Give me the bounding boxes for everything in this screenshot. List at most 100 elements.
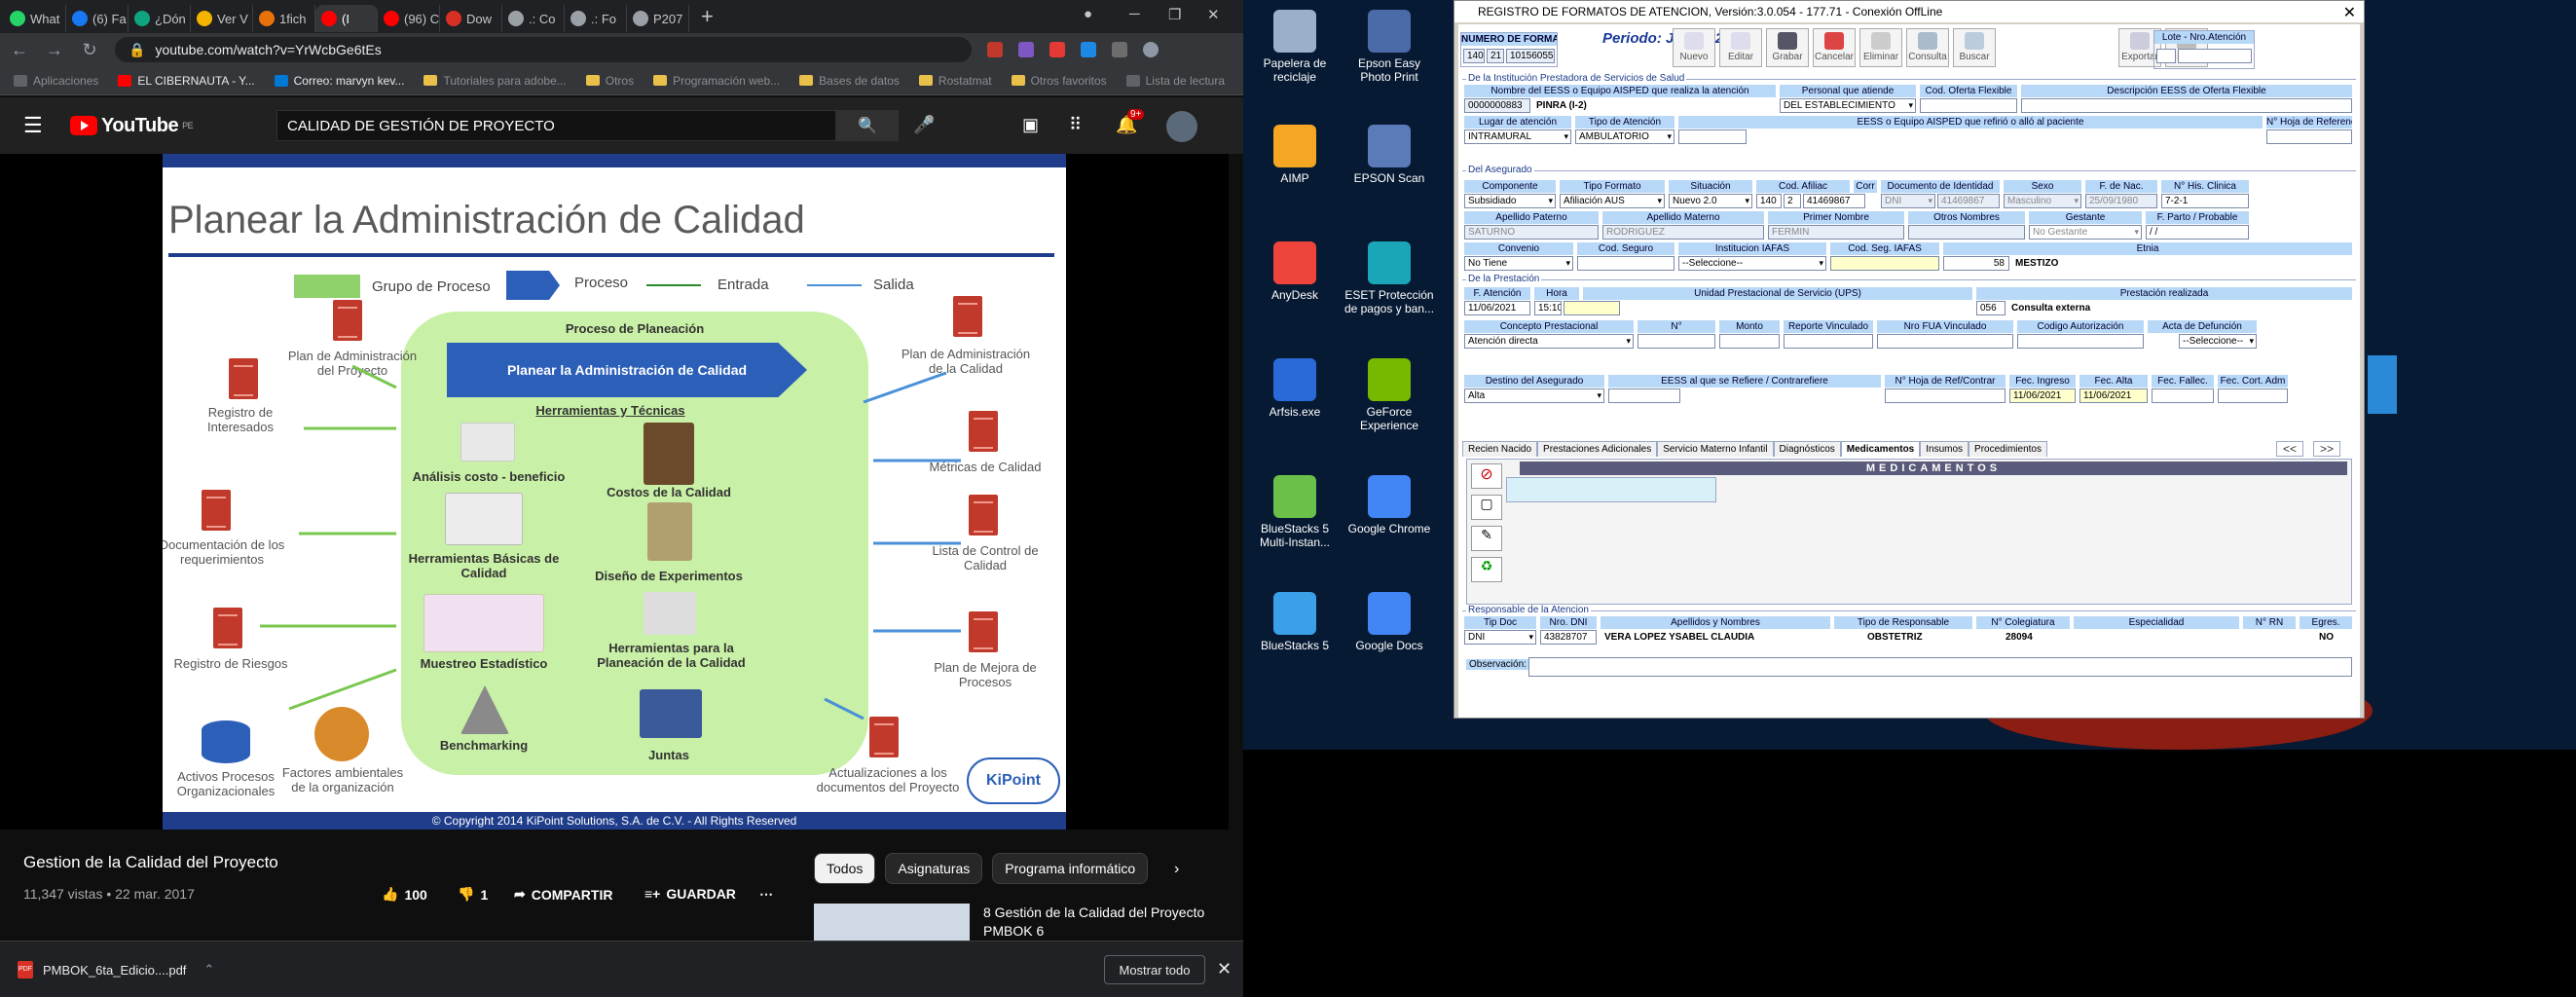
bookmark-item[interactable]: Aplicaciones xyxy=(14,74,98,88)
save-button[interactable]: ≡+ GUARDAR xyxy=(644,886,736,902)
extension-icon[interactable] xyxy=(1018,42,1034,57)
toolbar-button[interactable]: Grabar xyxy=(1766,28,1809,67)
desktop-shortcut[interactable]: AnyDesk xyxy=(1248,241,1342,302)
reload-icon[interactable]: ↻ xyxy=(80,40,99,60)
toolbar-button[interactable]: Cancelar xyxy=(1813,28,1856,67)
add-medication-icon[interactable]: ⊘ xyxy=(1471,463,1502,489)
create-video-icon[interactable]: ▣ xyxy=(1022,115,1039,135)
primer-nombre-field[interactable]: FERMIN xyxy=(1768,225,1904,240)
desktop-shortcut[interactable]: Arfsis.exe xyxy=(1248,358,1342,419)
chevron-right-icon[interactable]: › xyxy=(1174,861,1179,878)
dislike-button[interactable]: 👎 1 xyxy=(458,886,488,903)
tab-next-button[interactable]: >> xyxy=(2313,441,2341,457)
browser-tab[interactable]: P207 xyxy=(627,5,689,32)
avatar[interactable] xyxy=(1143,42,1159,57)
microphone-icon[interactable]: 🎤 xyxy=(913,115,935,135)
youtube-logo[interactable]: YouTube PE xyxy=(70,115,194,137)
oferta-desc-field[interactable] xyxy=(2021,98,2352,113)
oferta-code-field[interactable] xyxy=(1920,98,2017,113)
hora-field[interactable]: 15:10 xyxy=(1534,301,1562,315)
bookmark-item[interactable]: Correo: marvyn kev... xyxy=(274,74,404,88)
convenio-select[interactable]: No Tiene xyxy=(1464,256,1573,271)
show-all-button[interactable]: Mostrar todo xyxy=(1104,955,1205,984)
toolbar-button[interactable]: Buscar xyxy=(1953,28,1996,67)
edit-icon[interactable]: ✎ xyxy=(1471,526,1502,551)
formato-part[interactable]: 140 xyxy=(1463,49,1485,63)
desktop-shortcut[interactable]: Google Docs xyxy=(1343,592,1436,652)
historia-clinica-field[interactable]: 7-2-1 xyxy=(2161,194,2249,208)
resp-doc-select[interactable]: DNI xyxy=(1464,630,1536,645)
avatar[interactable] xyxy=(1166,111,1197,142)
download-item[interactable]: PDF PMBOK_6ta_Edicio....pdf ⌃ xyxy=(18,961,214,979)
new-tab-button[interactable]: + xyxy=(701,4,714,29)
form-tab[interactable]: Diagnósticos xyxy=(1773,441,1841,457)
desktop-shortcut[interactable]: BlueStacks 5 xyxy=(1248,592,1342,652)
componente-select[interactable]: Subsidiado xyxy=(1464,194,1556,208)
browser-tab[interactable]: What xyxy=(4,5,66,32)
recommended-thumbnail[interactable] xyxy=(814,904,970,942)
desktop-shortcut[interactable]: Epson Easy Photo Print xyxy=(1343,10,1436,84)
cod-afiliacion-2[interactable]: 2 xyxy=(1784,194,1801,208)
address-bar[interactable]: 🔒 youtube.com/watch?v=YrWcbGe6tEs xyxy=(115,37,972,62)
lugar-select[interactable]: INTRAMURAL xyxy=(1464,129,1571,144)
close-icon[interactable]: ✕ xyxy=(1207,6,1220,23)
desktop-shortcut[interactable]: EPSON Scan xyxy=(1343,125,1436,185)
prestacion-code-field[interactable]: 056 xyxy=(1976,301,2006,315)
bookmark-item[interactable]: Programación web... xyxy=(653,74,780,88)
recommended-title[interactable]: 8 Gestión de la Calidad del Proyecto PMB… xyxy=(983,904,1217,941)
apellido-materno-field[interactable]: RODRIGUEZ xyxy=(1602,225,1764,240)
puzzle-icon[interactable] xyxy=(1112,42,1127,57)
extension-icon[interactable] xyxy=(987,42,1003,57)
fecha-alta-field[interactable]: 11/06/2021 xyxy=(2079,388,2148,403)
bookmark-item[interactable]: Rostatmat xyxy=(918,74,992,88)
profile-icon[interactable]: ● xyxy=(1084,6,1092,22)
desktop-shortcut[interactable]: ESET Protección de pagos y ban... xyxy=(1343,241,1436,315)
browser-tab[interactable]: (96) C xyxy=(378,5,440,32)
chip-all[interactable]: Todos xyxy=(814,853,876,884)
extension-icon[interactable] xyxy=(1081,42,1096,57)
lote-field[interactable] xyxy=(2156,49,2176,63)
eess-ref-code-field[interactable] xyxy=(1678,129,1747,144)
chip-software[interactable]: Programa informático xyxy=(992,853,1149,884)
acta-select[interactable]: --Seleccione-- xyxy=(2179,334,2257,349)
back-icon[interactable]: ← xyxy=(10,40,29,60)
document-icon[interactable]: ▢ xyxy=(1471,495,1502,520)
chevron-up-icon[interactable]: ⌃ xyxy=(203,962,214,978)
bookmark-item[interactable]: Bases de datos xyxy=(799,74,900,88)
video-player[interactable]: Planear la Administración de Calidad Gru… xyxy=(0,154,1229,830)
browser-tab[interactable]: 1fich xyxy=(253,5,315,32)
desktop-shortcut[interactable]: GeForce Experience xyxy=(1343,358,1436,432)
close-icon[interactable]: ✕ xyxy=(2343,3,2356,22)
ups-field[interactable] xyxy=(1564,301,1620,315)
eess-code-field[interactable]: 0000000883 xyxy=(1464,98,1530,113)
bookmark-item[interactable]: EL CIBERNAUTA - Y... xyxy=(118,74,255,88)
chip-subjects[interactable]: Asignaturas xyxy=(885,853,983,884)
close-icon[interactable]: ✕ xyxy=(1217,959,1232,979)
bookmark-item[interactable]: Tutoriales para adobe... xyxy=(423,74,567,88)
nro-atencion-field[interactable] xyxy=(2178,49,2252,63)
more-actions-button[interactable]: ⋯ xyxy=(759,886,773,903)
cod-seguro-field[interactable] xyxy=(1577,256,1674,271)
toolbar-button[interactable]: Consulta xyxy=(1906,28,1949,67)
fecha-atencion-field[interactable]: 11/06/2021 xyxy=(1464,301,1530,315)
doc-tipo-select[interactable]: DNI xyxy=(1881,194,1935,208)
autorizacion-field[interactable] xyxy=(2017,334,2144,349)
fecha-ingreso-field[interactable]: 11/06/2021 xyxy=(2009,388,2076,403)
bookmark-item[interactable]: Lista de lectura xyxy=(1125,74,1225,88)
destino-select[interactable]: Alta xyxy=(1464,388,1604,403)
apellido-paterno-field[interactable]: SATURNO xyxy=(1464,225,1599,240)
form-tab[interactable]: Servicio Materno Infantil xyxy=(1657,441,1774,457)
fecha-fallec-field[interactable] xyxy=(2152,388,2214,403)
desktop-shortcut[interactable]: AIMP xyxy=(1248,125,1342,185)
desktop-shortcut[interactable]: BlueStacks 5 Multi-Instan... xyxy=(1248,475,1342,549)
eess-refiere-field[interactable] xyxy=(1608,388,1680,403)
sexo-select[interactable]: Masculino xyxy=(2004,194,2081,208)
concepto-select[interactable]: Atención directa xyxy=(1464,334,1634,349)
otros-nombres-field[interactable] xyxy=(1908,225,2025,240)
search-button[interactable]: 🔍 xyxy=(836,110,899,141)
concepto-num-field[interactable] xyxy=(1638,334,1715,349)
etnia-code-field[interactable]: 58 xyxy=(1943,256,2009,271)
bookmark-item[interactable]: Otros xyxy=(585,74,634,88)
hoja-ref-field[interactable] xyxy=(2266,129,2352,144)
bookmark-item[interactable]: Otros favoritos xyxy=(1011,74,1107,88)
